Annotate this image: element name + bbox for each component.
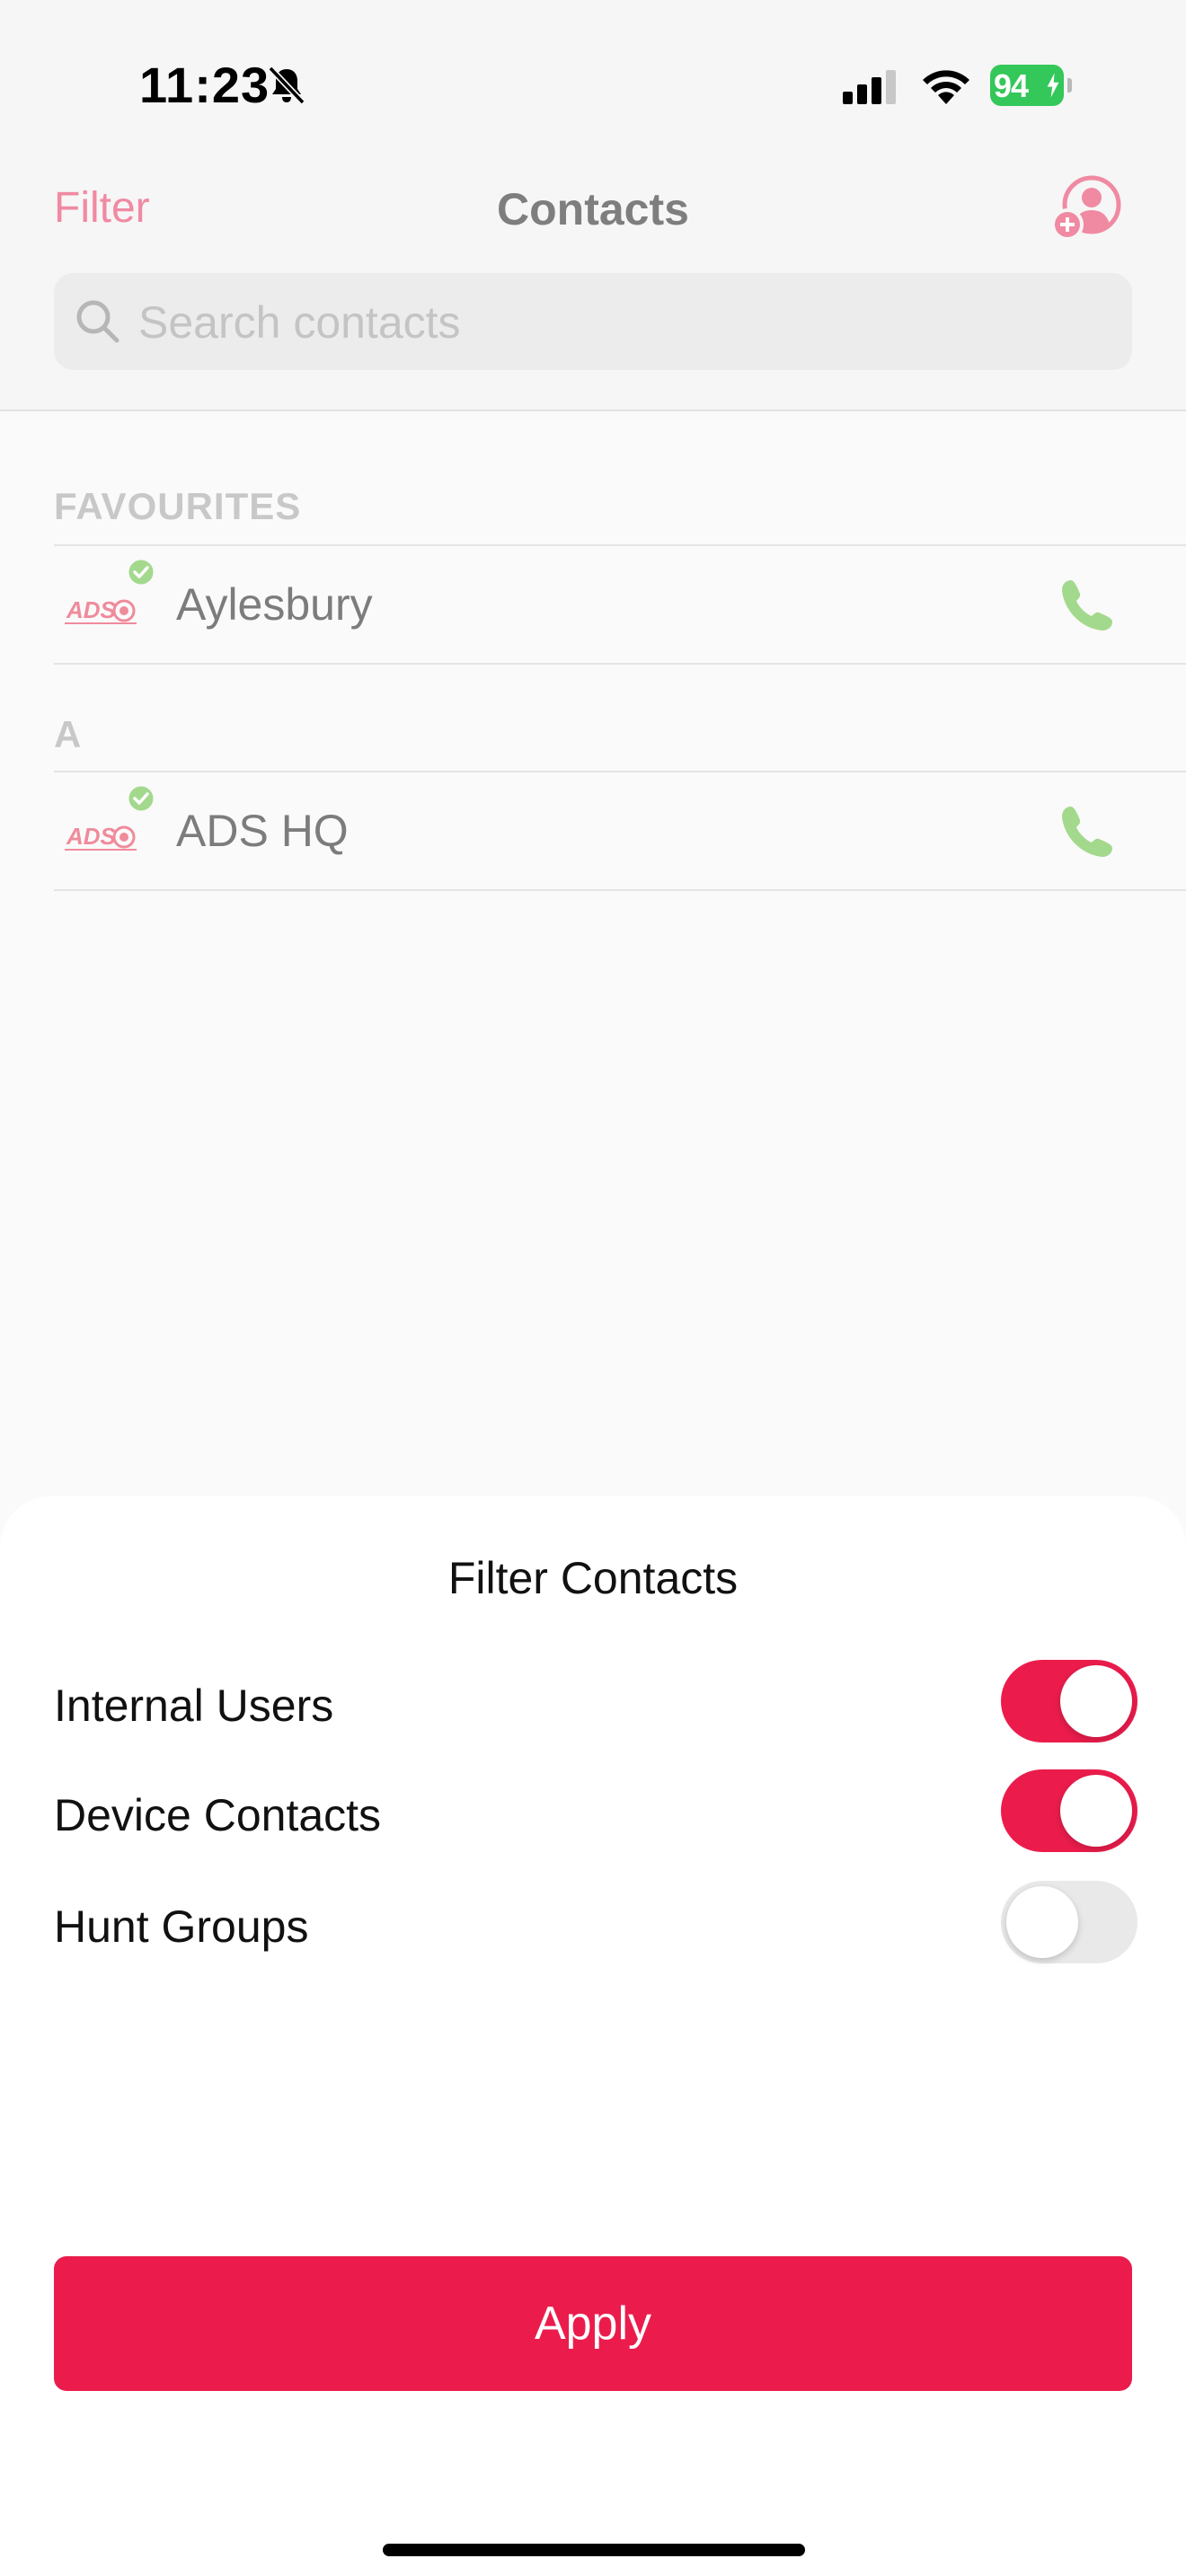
navigation-bar: Filter Contacts [0, 171, 1186, 411]
charging-bolt-icon [1047, 73, 1059, 98]
contact-row-ads-hq[interactable]: ADS ADS HQ [54, 771, 1186, 891]
toggle-knob [1060, 1775, 1132, 1847]
filter-row-hunt-groups: Hunt Groups [54, 1881, 1137, 1967]
apply-button[interactable]: Apply [54, 2256, 1132, 2391]
contact-list: FAVOURITES ADS Aylesbury A ADS ADS HQ [0, 411, 1186, 1498]
phone-icon[interactable] [1058, 577, 1116, 634]
avatar-text: ADS [66, 823, 117, 850]
search-icon [76, 300, 119, 343]
filter-label: Hunt Groups [54, 1901, 309, 1952]
status-bar: 11:23 94 [0, 0, 1186, 171]
battery-icon: 94 [990, 65, 1072, 106]
toggle-knob [1006, 1886, 1078, 1958]
filter-label: Device Contacts [54, 1790, 382, 1840]
add-contact-icon[interactable] [1049, 171, 1123, 244]
search-bar[interactable] [54, 273, 1132, 372]
battery-fill: 94 [990, 65, 1064, 106]
sheet-title: Filter Contacts [447, 1553, 739, 1603]
section-header-favourites: FAVOURITES [54, 485, 302, 527]
filter-label: Internal Users [54, 1681, 334, 1731]
avatar-text: ADS [66, 596, 117, 623]
phone-icon[interactable] [1058, 803, 1116, 860]
wifi-icon [923, 70, 969, 104]
signal-icon [843, 70, 896, 104]
online-status-icon [126, 557, 156, 587]
contact-row-aylesbury[interactable]: ADS Aylesbury [54, 544, 1186, 665]
home-indicator[interactable] [383, 2544, 805, 2556]
internal-users-toggle[interactable] [1001, 1660, 1137, 1742]
page-title: Contacts [497, 184, 689, 234]
bell-slash-icon [268, 66, 305, 105]
contact-name: Aylesbury [176, 579, 373, 630]
search-input[interactable] [137, 273, 1111, 372]
battery-cap [1067, 78, 1072, 93]
toggle-knob [1060, 1665, 1132, 1737]
battery-level: 94 [994, 67, 1029, 104]
filter-row-device-contacts: Device Contacts [54, 1769, 1137, 1856]
status-time: 11:23 [139, 57, 270, 113]
filter-row-internal-users: Internal Users [54, 1660, 1137, 1746]
contact-name: ADS HQ [176, 806, 349, 856]
filter-sheet: Filter Contacts Internal Users Device Co… [0, 1496, 1186, 2576]
online-status-icon [126, 783, 156, 814]
device-contacts-toggle[interactable] [1001, 1769, 1137, 1852]
hunt-groups-toggle[interactable] [1001, 1881, 1137, 1963]
section-header-a: A [54, 713, 83, 755]
